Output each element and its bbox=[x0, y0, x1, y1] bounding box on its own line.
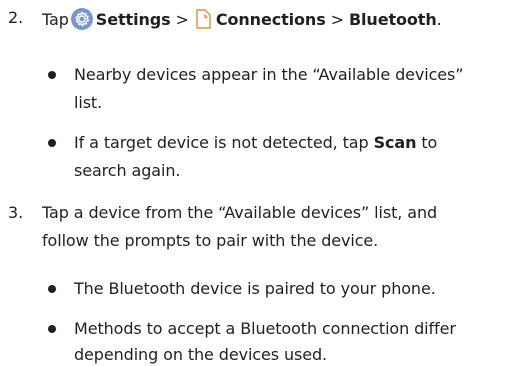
bullet-text-cont: search again. bbox=[74, 161, 181, 180]
bullet-text-part: to bbox=[421, 133, 438, 152]
bullet-dot bbox=[48, 325, 56, 333]
step-instruction: Tap Settings > Connections > Bluetooth. bbox=[42, 8, 442, 30]
bluetooth-label: Bluetooth bbox=[348, 10, 437, 29]
gear-icon bbox=[70, 8, 93, 30]
settings-label: Settings bbox=[95, 10, 171, 29]
step-instruction-cont: follow the prompts to pair with the devi… bbox=[42, 231, 379, 250]
bullet-text-cont: list. bbox=[74, 93, 103, 112]
connections-icon bbox=[194, 8, 212, 30]
bullet-dot bbox=[48, 71, 56, 79]
bullet-text-part: If a target device is not detected, tap bbox=[74, 133, 369, 152]
step-instruction: Tap a device from the “Available devices… bbox=[42, 203, 438, 222]
bullet-text: Nearby devices appear in the “Available … bbox=[74, 65, 464, 84]
bullet-text: The Bluetooth device is paired to your p… bbox=[74, 279, 436, 298]
connections-label: Connections bbox=[215, 10, 326, 29]
bullet-dot bbox=[48, 139, 56, 147]
step-number: 3. bbox=[8, 203, 24, 222]
bullet-text-cont: depending on the devices used. bbox=[74, 345, 328, 364]
bullet-text: If a target device is not detected, tap … bbox=[74, 133, 437, 153]
step-number: 2. bbox=[8, 8, 24, 27]
bullet-text: Methods to accept a Bluetooth connection… bbox=[74, 319, 456, 338]
tap-text: Tap bbox=[42, 10, 69, 29]
period: . bbox=[436, 10, 442, 29]
separator: > bbox=[330, 10, 344, 29]
scan-label: Scan bbox=[373, 133, 417, 152]
bullet-dot bbox=[48, 285, 56, 293]
separator: > bbox=[175, 10, 189, 29]
